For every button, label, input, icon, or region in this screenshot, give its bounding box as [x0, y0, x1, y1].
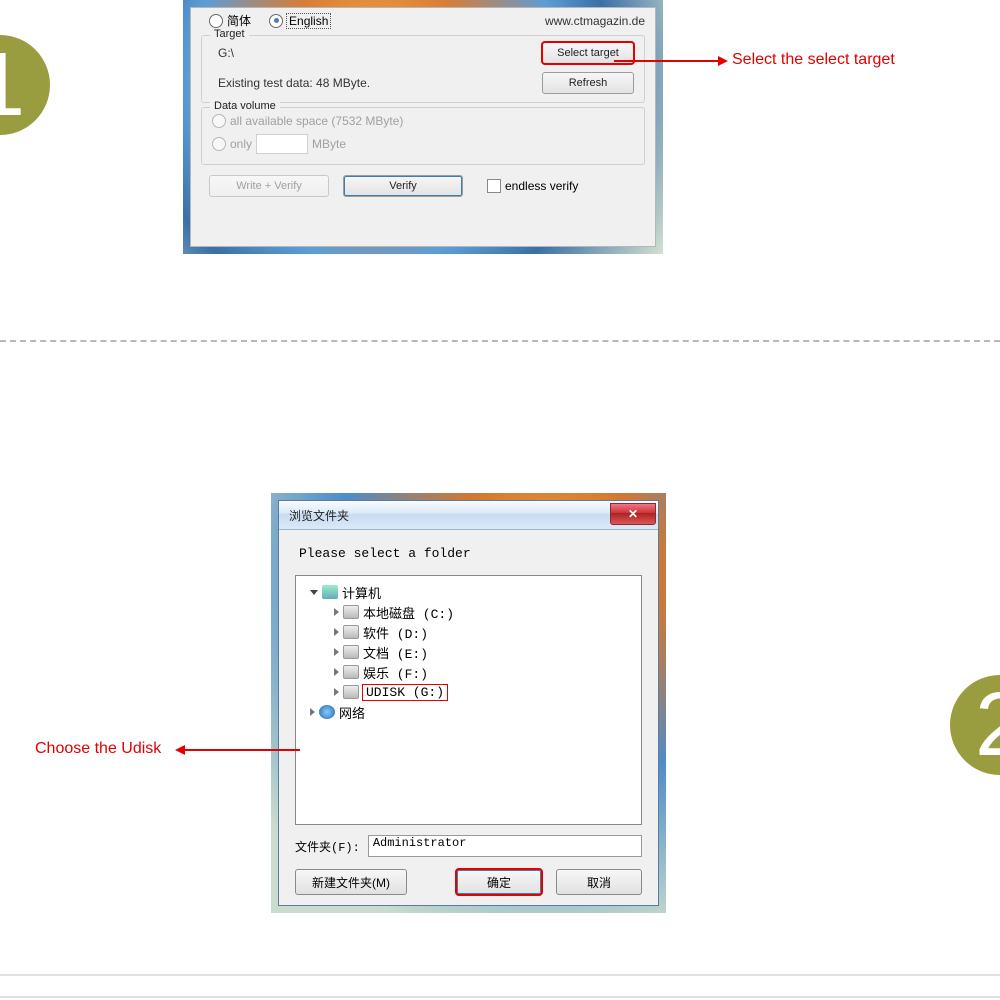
hdd-icon [343, 665, 359, 679]
refresh-button[interactable]: Refresh [542, 72, 634, 94]
hdd-icon [343, 605, 359, 619]
write-verify-button: Write + Verify [209, 175, 329, 197]
radio-chinese-label: 简体 [227, 12, 251, 29]
tree-drive-c[interactable]: 本地磁盘 (C:) [300, 602, 637, 622]
expand-icon[interactable] [310, 590, 318, 595]
step-2-badge: 2 [950, 675, 1000, 775]
expand-icon[interactable] [334, 648, 339, 656]
panel1-backdrop: 简体 English www.ctmagazin.de Target G:\ S… [183, 0, 663, 254]
computer-icon [322, 585, 338, 599]
udisk-label: UDISK (G:) [363, 685, 447, 700]
verify-button[interactable]: Verify [343, 175, 463, 197]
expand-icon[interactable] [334, 668, 339, 676]
target-legend: Target [210, 28, 249, 40]
data-legend: Data volume [210, 100, 280, 112]
tree-drive-f[interactable]: 娱乐 (F:) [300, 662, 637, 682]
language-row: 简体 English www.ctmagazin.de [191, 8, 655, 31]
dialog-titlebar: 浏览文件夹 ✕ [279, 501, 658, 530]
network-icon [319, 705, 335, 719]
dialog-prompt: Please select a folder [299, 546, 642, 561]
expand-icon[interactable] [334, 628, 339, 636]
folder-input[interactable]: Administrator [368, 835, 642, 857]
expand-icon[interactable] [334, 688, 339, 696]
radio-all-space [212, 114, 226, 128]
dialog-title: 浏览文件夹 [289, 507, 349, 524]
site-label: www.ctmagazin.de [545, 14, 645, 28]
ok-button[interactable]: 确定 [456, 869, 542, 895]
all-space-label: all available space (7532 MByte) [230, 114, 403, 128]
usb-icon [343, 685, 359, 699]
expand-icon[interactable] [310, 708, 315, 716]
new-folder-button[interactable]: 新建文件夹(M) [295, 869, 407, 895]
anno2-arrow-head [175, 745, 185, 755]
only-input [256, 134, 308, 154]
endless-verify-label: endless verify [505, 179, 578, 193]
panel2-backdrop: 浏览文件夹 ✕ Please select a folder 计算机 本地磁盘 … [271, 493, 666, 913]
tree-drive-g[interactable]: UDISK (G:) [300, 682, 637, 702]
existing-test-label: Existing test data: 48 MByte. [218, 76, 370, 90]
step-2-number: 2 [975, 674, 1000, 777]
hdd-icon [343, 625, 359, 639]
hdd-icon [343, 645, 359, 659]
separator-1 [0, 340, 1000, 342]
folder-label: 文件夹(F): [295, 838, 360, 855]
anno1-arrow-head [718, 56, 728, 66]
radio-only [212, 137, 226, 151]
radio-english-label: English [287, 14, 330, 28]
radio-english[interactable] [269, 14, 283, 28]
folder-tree[interactable]: 计算机 本地磁盘 (C:) 软件 (D:) 文档 (E:) [295, 575, 642, 825]
tree-drive-e[interactable]: 文档 (E:) [300, 642, 637, 662]
mbyte-label: MByte [312, 137, 346, 151]
only-label: only [230, 137, 252, 151]
expand-icon[interactable] [334, 608, 339, 616]
tree-computer[interactable]: 计算机 [300, 582, 637, 602]
anno1-arrow-line [614, 60, 719, 62]
anno2-text: Choose the Udisk [35, 740, 161, 758]
folder-row: 文件夹(F): Administrator [295, 835, 642, 857]
tree-network[interactable]: 网络 [300, 702, 637, 722]
close-icon: ✕ [628, 507, 638, 521]
h2testw-window: 简体 English www.ctmagazin.de Target G:\ S… [190, 7, 656, 247]
anno2-arrow-line [185, 749, 300, 751]
bottom-rule-2 [0, 996, 1000, 998]
browse-folder-dialog: 浏览文件夹 ✕ Please select a folder 计算机 本地磁盘 … [278, 500, 659, 906]
data-volume-fieldset: Data volume all available space (7532 MB… [201, 107, 645, 165]
bottom-rule-1 [0, 974, 1000, 976]
radio-chinese[interactable] [209, 14, 223, 28]
close-button[interactable]: ✕ [610, 503, 656, 525]
endless-verify-checkbox[interactable] [487, 179, 501, 193]
anno1-text: Select the select target [732, 51, 895, 69]
target-fieldset: Target G:\ Select target Existing test d… [201, 35, 645, 103]
cancel-button[interactable]: 取消 [556, 869, 642, 895]
step-1-number: 1 [0, 34, 25, 137]
tree-drive-d[interactable]: 软件 (D:) [300, 622, 637, 642]
step-1-badge: 1 [0, 35, 50, 135]
target-path: G:\ [218, 46, 234, 60]
